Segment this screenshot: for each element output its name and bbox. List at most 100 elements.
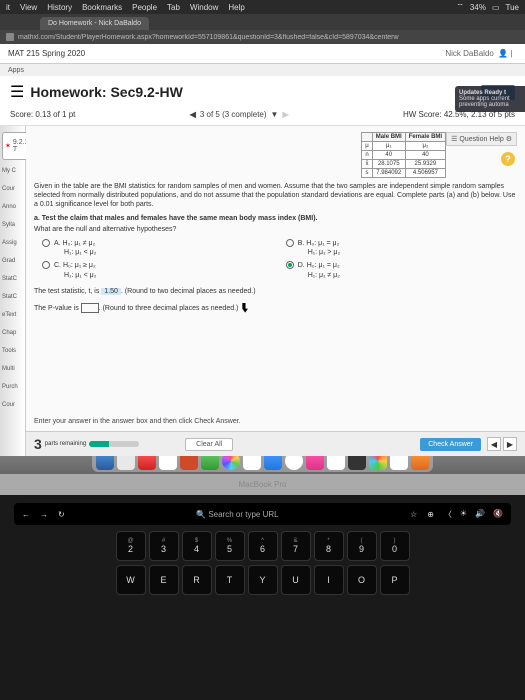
key[interactable]: U [281,565,311,595]
key[interactable]: Y [248,565,278,595]
key[interactable]: W [116,565,146,595]
menu-item[interactable]: Window [190,3,218,12]
key-row-qwerty: W E R T Y U I O P [6,565,519,595]
clear-all-button[interactable]: Clear All [185,438,233,451]
radio-button[interactable] [42,239,50,247]
score-bar: Score: 0.13 of 1 pt ◀ 3 of 5 (3 complete… [0,108,525,126]
choice-d[interactable]: D. H₀: μ₁ = μ₂H₁: μ₁ ≠ μ₂ [286,261,500,279]
laptop-label: MacBook Pro [0,474,525,495]
nav-item[interactable]: Chap [0,324,25,342]
browser-chrome: Do Homework - Nick DaBaldo mathxl.com/St… [0,14,525,44]
score-icon: ✶ [5,142,11,150]
key[interactable]: @2 [116,531,146,561]
question-help-button[interactable]: ☰ Question Help ⚙ [446,132,517,146]
back-icon[interactable]: ← [22,510,30,519]
nav-item[interactable]: Assig [0,234,25,252]
nav-item[interactable]: StatC [0,270,25,288]
nav-item[interactable]: Grad [0,252,25,270]
menu-item[interactable]: Help [228,3,244,12]
page-content: MAT 215 Spring 2020 Nick DaBaldo 👤 | App… [0,44,525,444]
radio-button[interactable] [286,239,294,247]
key[interactable]: ^6 [248,531,278,561]
key[interactable]: *8 [314,531,344,561]
tab-bar: Do Homework - Nick DaBaldo [0,14,525,30]
nav-item[interactable]: Multi [0,360,25,378]
radio-button[interactable] [42,261,50,269]
choice-c[interactable]: C. H₀: μ₁ ≥ μ₂H₁: μ₁ < μ₂ [42,261,256,279]
nav-item[interactable]: Anno [0,198,25,216]
new-tab-icon[interactable]: ⊕ [427,510,434,519]
nav-item[interactable]: Tools [0,342,25,360]
key[interactable]: $4 [182,531,212,561]
key[interactable]: #3 [149,531,179,561]
t-value: 1.50 [101,288,121,295]
sub-question: What are the null and alternative hypoth… [34,226,517,233]
choice-b[interactable]: B. H₀: μ₁ = μ₂H₁: μ₁ > μ₂ [286,239,500,257]
prev-button[interactable]: ◀ [487,437,501,451]
key[interactable]: P [380,565,410,595]
nav-item[interactable]: Cour [0,396,25,414]
key[interactable]: I [314,565,344,595]
key[interactable]: %5 [215,531,245,561]
menu-item[interactable]: Tab [167,3,180,12]
mac-menubar: it View History Bookmarks People Tab Win… [0,0,525,14]
gear-icon[interactable]: ⚙ [506,135,512,143]
url-text: mathxl.com/Student/PlayerHomework.aspx?h… [18,34,519,41]
data-table: Male BMIFemale BMI μμ₁μ₂ n4040 x̄28.1075… [361,132,446,178]
mouse-cursor [242,303,250,313]
key[interactable]: )0 [380,531,410,561]
col-header: Female BMI [405,133,445,142]
key[interactable]: O [347,565,377,595]
next-question-button[interactable]: ▶ [282,110,288,119]
list-icon: ☰ [451,135,457,143]
battery-icon: ▭ [492,3,500,12]
p-value-line: The P-value is . (Round to three decimal… [34,303,517,313]
tb-mute-icon[interactable]: 🔇 [493,509,503,520]
nav-item[interactable]: Purch [0,378,25,396]
apps-link[interactable]: Apps [8,67,24,74]
tb-back-icon[interactable]: 〈 [444,509,452,520]
menu-item[interactable]: Bookmarks [82,3,122,12]
prev-question-button[interactable]: ◀ [190,110,196,119]
p-value-input[interactable] [81,303,99,313]
update-notification[interactable]: Updates Ready t Some apps current preven… [455,86,525,112]
key[interactable]: R [182,565,212,595]
key[interactable]: E [149,565,179,595]
lock-icon [6,33,14,41]
question-score: Score: 0.13 of 1 pt [10,110,75,119]
menu-item[interactable]: People [132,3,157,12]
day: Tue [506,3,520,12]
menu-item[interactable]: it [6,3,10,12]
choice-a[interactable]: A. H₀: μ₁ ≠ μ₂H₁: μ₁ < μ₂ [42,239,256,257]
next-button[interactable]: ▶ [503,437,517,451]
question-nav: ◀ 3 of 5 (3 complete) ▼ ▶ [190,110,289,119]
nav-item[interactable]: My C [0,162,25,180]
nav-item[interactable]: StatC [0,288,25,306]
wifi-icon[interactable]: ⌔ [456,2,464,12]
nav-item[interactable]: eText [0,306,25,324]
reload-icon[interactable]: ↻ [58,510,65,519]
star-icon[interactable]: ☆ [410,510,417,519]
help-icon[interactable]: ? [501,152,515,166]
nav-item[interactable]: Sylla [0,216,25,234]
tb-volume-icon[interactable]: 🔊 [475,509,485,520]
homework-title: Homework: Sec9.2-HW [30,84,182,100]
answer-hint: Enter your answer in the answer box and … [34,418,241,425]
menu-item[interactable]: History [47,3,72,12]
key[interactable]: &7 [281,531,311,561]
question-progress[interactable]: 3 of 5 (3 complete) [200,110,267,119]
menu-item[interactable]: View [20,3,37,12]
radio-button-selected[interactable] [286,261,294,269]
forward-icon[interactable]: → [40,510,48,519]
check-answer-button[interactable]: Check Answer [420,438,481,451]
tb-brightness-icon[interactable]: ☀ [460,509,467,520]
dropdown-icon[interactable]: ▼ [271,110,279,119]
key[interactable]: (9 [347,531,377,561]
touchbar-search[interactable]: 🔍 Search or type URL [75,510,400,519]
nav-item[interactable]: Cour [0,180,25,198]
key[interactable]: T [215,565,245,595]
browser-tab[interactable]: Do Homework - Nick DaBaldo [40,17,149,30]
progress-bar [89,441,139,447]
menu-icon[interactable]: ☰ [10,82,24,102]
url-bar[interactable]: mathxl.com/Student/PlayerHomework.aspx?h… [0,30,525,44]
